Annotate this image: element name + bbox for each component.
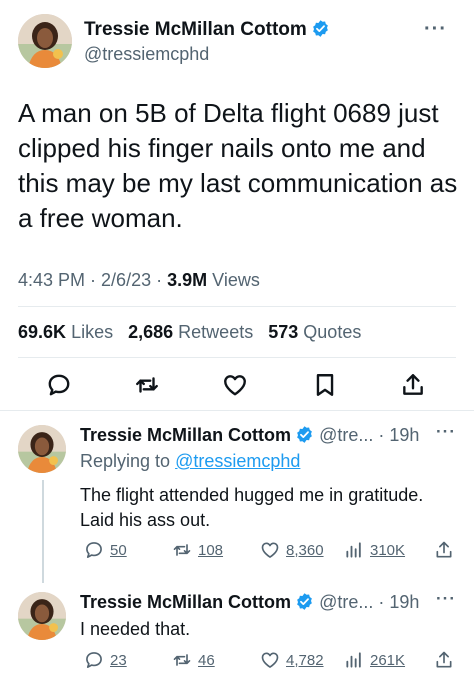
reply-like-button[interactable]: 4,782 <box>260 650 324 670</box>
thread-line <box>42 480 44 583</box>
divider <box>18 306 456 307</box>
quotes-label: Quotes <box>303 322 362 342</box>
views-label: Views <box>212 270 260 290</box>
reply-age[interactable]: · 19h <box>378 592 419 612</box>
divider <box>0 410 474 411</box>
like-count: 4,782 <box>286 651 324 669</box>
reply-icon <box>86 652 102 668</box>
reply-text: I needed that. <box>80 619 191 639</box>
retweet-icon <box>173 544 191 556</box>
retweets-count: 2,686 <box>128 322 174 342</box>
tweet-stats: 69.6K Likes 2,686 Retweets 573 Quotes <box>18 322 361 343</box>
reply-icon <box>86 542 102 558</box>
like-icon[interactable] <box>222 372 248 398</box>
views-count: 3.9M <box>167 270 208 290</box>
avatar[interactable] <box>18 14 72 68</box>
reply-handle[interactable]: @tre... <box>319 425 373 445</box>
views-count: 310K <box>370 541 406 559</box>
reply-handle[interactable]: @tre... <box>319 592 373 612</box>
retweet-icon[interactable] <box>134 372 160 398</box>
share-icon[interactable] <box>400 372 426 398</box>
reply-retweet-button[interactable]: 108 <box>172 540 223 560</box>
views-icon <box>346 652 361 668</box>
reply-reply-button[interactable]: 23 <box>84 650 127 670</box>
reply-avatar[interactable] <box>18 592 66 640</box>
tweet-meta: 4:43 PM · 2/6/23 · 3.9M Views <box>18 270 260 290</box>
verified-badge-icon <box>311 19 330 38</box>
reply-share-button[interactable] <box>434 540 460 560</box>
views-icon <box>346 542 361 558</box>
reply-like-button[interactable]: 8,360 <box>260 540 324 560</box>
retweet-count: 108 <box>198 541 224 559</box>
reply-header: Tressie McMillan Cottom @tre... · 19h <box>80 425 419 446</box>
retweet-count: 46 <box>198 651 215 669</box>
reply-header: Tressie McMillan Cottom @tre... · 19h <box>80 592 419 613</box>
author-name[interactable]: Tressie McMillan Cottom <box>84 19 330 41</box>
quotes-count: 573 <box>268 322 299 342</box>
retweets-stat[interactable]: 2,686 Retweets <box>128 322 253 342</box>
reply-count: 50 <box>110 541 127 559</box>
reply-author-name[interactable]: Tressie McMillan Cottom <box>80 592 291 612</box>
share-icon <box>436 541 452 558</box>
like-count: 8,360 <box>286 541 324 559</box>
quotes-stat[interactable]: 573 Quotes <box>268 322 361 342</box>
tweet-time[interactable]: 4:43 PM <box>18 270 85 290</box>
share-icon <box>436 651 452 668</box>
verified-badge-icon <box>295 592 314 611</box>
replying-to: Replying to @tressiemcphd <box>80 451 300 472</box>
reply-views-button[interactable]: 261K <box>344 650 405 670</box>
reply-avatar[interactable] <box>18 425 66 473</box>
reply-share-button[interactable] <box>434 650 460 670</box>
reply-icon[interactable] <box>46 372 72 398</box>
reply-count: 23 <box>110 651 127 669</box>
reply-age[interactable]: · 19h <box>378 425 419 445</box>
replying-mention[interactable]: @tressiemcphd <box>175 451 300 471</box>
retweets-label: Retweets <box>178 322 254 342</box>
reply-retweet-button[interactable]: 46 <box>172 650 215 670</box>
more-icon[interactable]: ··· <box>436 589 456 609</box>
likes-stat[interactable]: 69.6K Likes <box>18 322 113 342</box>
verified-badge-icon <box>295 425 314 444</box>
likes-label: Likes <box>71 322 114 342</box>
author-name-text[interactable]: Tressie McMillan Cottom <box>84 19 307 40</box>
tweet-text: A man on 5B of Delta flight 0689 just cl… <box>18 98 458 233</box>
reply-views-button[interactable]: 310K <box>344 540 405 560</box>
like-icon <box>261 652 279 668</box>
reply-reply-button[interactable]: 50 <box>84 540 127 560</box>
reply-author-name[interactable]: Tressie McMillan Cottom <box>80 425 291 445</box>
replying-prefix: Replying to <box>80 451 171 471</box>
more-icon[interactable]: ··· <box>436 422 456 442</box>
like-icon <box>261 542 279 558</box>
retweet-icon <box>173 654 191 666</box>
divider <box>18 357 456 358</box>
more-icon[interactable]: ··· <box>424 18 447 41</box>
views-count: 261K <box>370 651 406 669</box>
reply-text: The flight attended hugged me in gratitu… <box>80 485 424 530</box>
author-handle[interactable]: @tressiemcphd <box>84 44 209 65</box>
tweet-date[interactable]: 2/6/23 <box>101 270 151 290</box>
likes-count: 69.6K <box>18 322 67 342</box>
bookmark-icon[interactable] <box>312 372 338 398</box>
